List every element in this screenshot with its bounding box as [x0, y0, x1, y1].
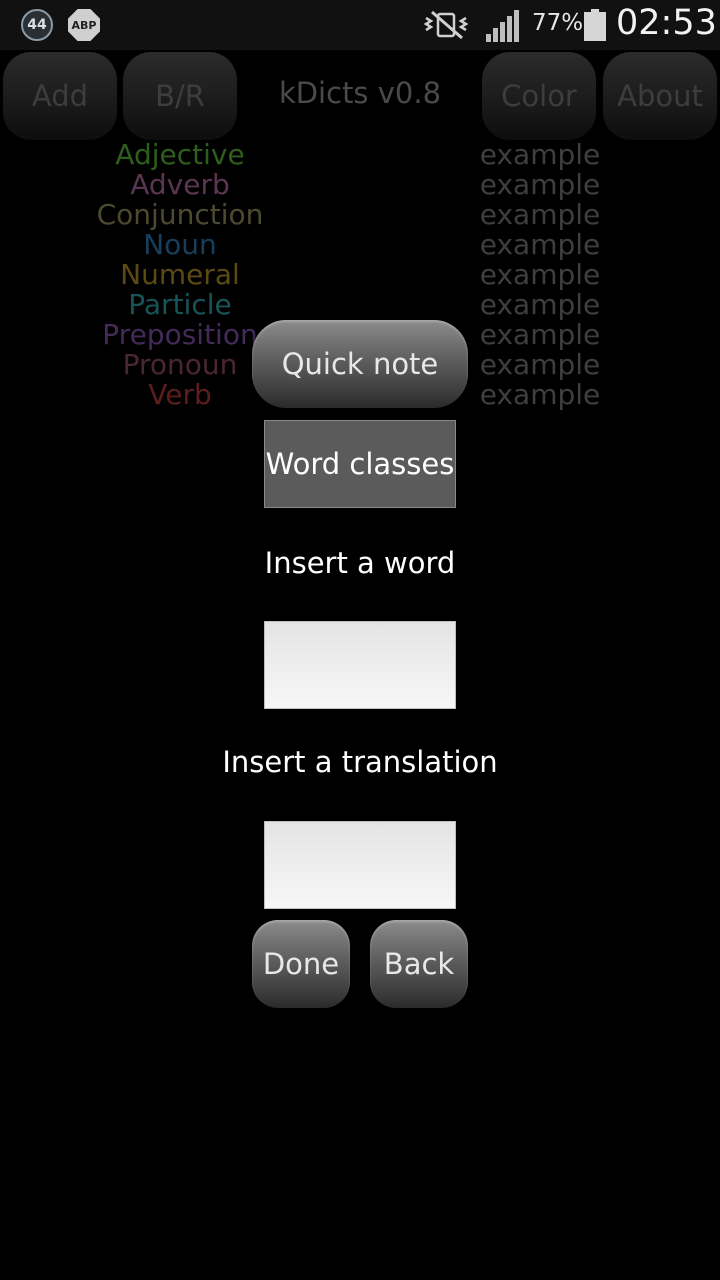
app-title: kDicts v0.8 — [278, 76, 442, 110]
back-button[interactable]: Back — [370, 920, 468, 1008]
color-button[interactable]: Color — [482, 52, 596, 140]
word-class-examples: example example example example example … — [470, 138, 610, 411]
add-button[interactable]: Add — [3, 52, 117, 140]
word-class-pronoun: Pronoun — [122, 348, 238, 381]
translation-input[interactable] — [264, 821, 456, 909]
word-class-preposition: Preposition — [102, 318, 258, 351]
example-text: example — [479, 198, 601, 231]
example-text: example — [479, 138, 601, 171]
signal-strength-icon — [486, 10, 519, 42]
battery-icon — [584, 9, 606, 41]
notification-count: 44 — [27, 17, 47, 33]
adblock-plus-icon: ABP — [68, 9, 100, 41]
word-class-verb: Verb — [148, 378, 212, 411]
word-class-conjunction: Conjunction — [96, 198, 264, 231]
backup-restore-button[interactable]: B/R — [123, 52, 237, 140]
example-text: example — [479, 378, 601, 411]
status-bar: 44 ABP 77% 02:53 — [0, 0, 720, 50]
example-text: example — [479, 168, 601, 201]
word-class-adjective: Adjective — [115, 138, 245, 171]
adblock-label: ABP — [71, 18, 97, 32]
about-button[interactable]: About — [603, 52, 717, 140]
battery-percent: 77% — [532, 10, 584, 36]
word-class-noun: Noun — [143, 228, 217, 261]
status-clock: 02:53 — [616, 3, 717, 43]
quick-note-button[interactable]: Quick note — [252, 320, 468, 408]
example-text: example — [479, 348, 601, 381]
example-text: example — [479, 288, 601, 321]
notification-badge-icon: 44 — [21, 9, 53, 41]
word-class-adverb: Adverb — [130, 168, 230, 201]
word-class-numeral: Numeral — [120, 258, 240, 291]
example-text: example — [479, 228, 601, 261]
word-input[interactable] — [264, 621, 456, 709]
word-class-particle: Particle — [128, 288, 232, 321]
word-classes-button[interactable]: Word classes — [264, 420, 456, 508]
vibrate-mute-icon — [423, 10, 469, 40]
word-prompt-label: Insert a word — [264, 546, 456, 580]
example-text: example — [479, 318, 601, 351]
example-text: example — [479, 258, 601, 291]
translation-prompt-label: Insert a translation — [222, 745, 498, 779]
done-button[interactable]: Done — [252, 920, 350, 1008]
word-class-legend: Adjective Adverb Conjunction Noun Numera… — [90, 138, 270, 411]
